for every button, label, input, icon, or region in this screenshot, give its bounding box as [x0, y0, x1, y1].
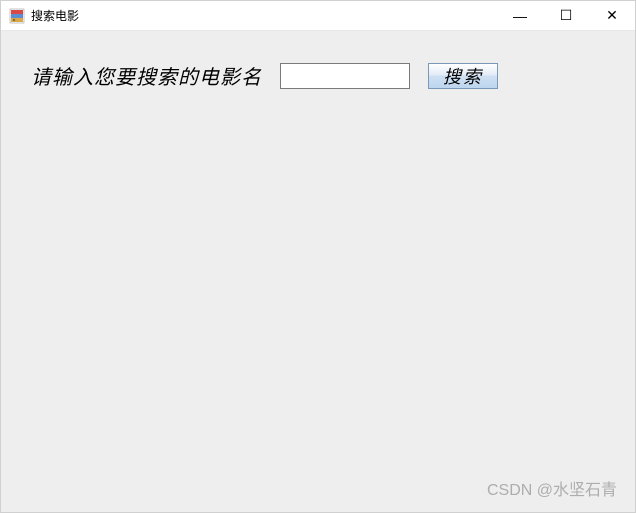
window-controls: — ☐ ✕ [497, 1, 635, 30]
close-button[interactable]: ✕ [589, 1, 635, 30]
search-button[interactable]: 搜索 [428, 63, 498, 89]
app-icon [9, 8, 25, 24]
minimize-button[interactable]: — [497, 1, 543, 30]
client-area: 请输入您要搜索的电影名 搜索 CSDN @水坚石青 [1, 31, 635, 512]
maximize-button[interactable]: ☐ [543, 1, 589, 30]
search-input[interactable] [280, 63, 410, 89]
watermark: CSDN @水坚石青 [487, 476, 617, 500]
search-label: 请输入您要搜索的电影名 [31, 61, 262, 90]
titlebar[interactable]: 搜索电影 — ☐ ✕ [1, 1, 635, 31]
window-title: 搜索电影 [31, 7, 497, 24]
app-window: 搜索电影 — ☐ ✕ 请输入您要搜索的电影名 搜索 CSDN @水坚石青 [0, 0, 636, 513]
search-row: 请输入您要搜索的电影名 搜索 [31, 61, 605, 90]
